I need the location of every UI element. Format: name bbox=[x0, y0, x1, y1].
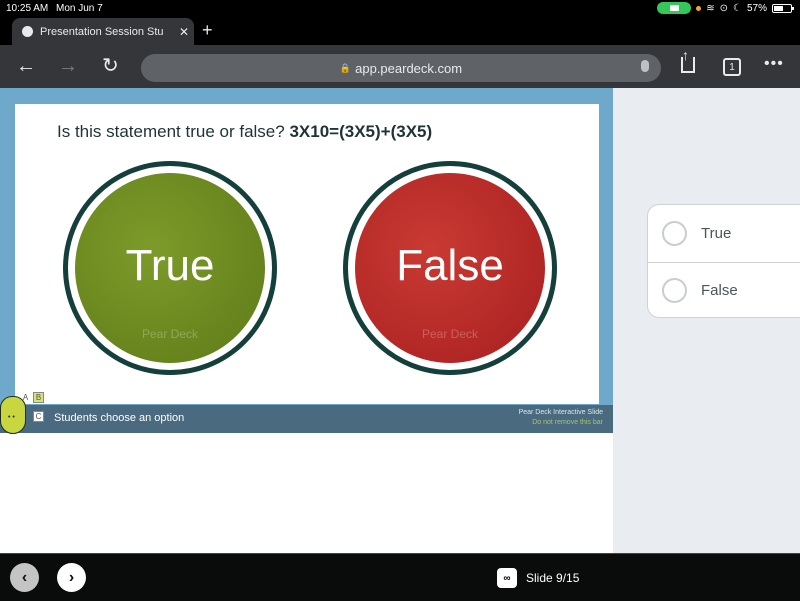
new-tab-button[interactable]: + bbox=[202, 21, 213, 39]
tab-bar: Presentation Session Stu ✕ + bbox=[0, 18, 800, 45]
false-circle: False Pear Deck bbox=[343, 161, 557, 375]
battery-icon bbox=[772, 3, 794, 13]
moon-icon: ☾ bbox=[733, 2, 742, 14]
mic-indicator-icon bbox=[696, 5, 702, 11]
rotation-lock-icon: ⊙ bbox=[719, 2, 729, 14]
tab-count-button[interactable]: 1 bbox=[723, 58, 741, 76]
status-date: Mon Jun 7 bbox=[56, 3, 103, 14]
forward-button[interactable]: → bbox=[58, 55, 78, 77]
abc-letter: B bbox=[33, 392, 44, 403]
choice-list: True False bbox=[647, 204, 800, 318]
true-circle: True Pear Deck bbox=[63, 161, 277, 375]
share-icon[interactable] bbox=[681, 47, 695, 73]
choice-false[interactable]: False bbox=[648, 262, 800, 318]
true-label: True bbox=[125, 241, 215, 290]
next-slide-button[interactable]: › bbox=[57, 563, 86, 592]
wifi-icon: ≋ bbox=[706, 2, 715, 14]
more-menu-button[interactable]: ••• bbox=[764, 55, 784, 73]
back-button[interactable]: ← bbox=[16, 55, 36, 77]
url-text: app.peardeck.com bbox=[355, 60, 463, 76]
watermark: Pear Deck bbox=[141, 327, 199, 341]
slide-frame: Is this statement true or false? 3X10=(3… bbox=[0, 88, 613, 434]
slide: Is this statement true or false? 3X10=(3… bbox=[15, 104, 599, 404]
abc-letter: A bbox=[22, 393, 29, 402]
browser-toolbar: ← → ↻ 🔒 app.peardeck.com 1 ••• bbox=[0, 45, 800, 88]
microphone-icon[interactable] bbox=[641, 60, 649, 72]
tab-close-icon[interactable]: ✕ bbox=[174, 25, 194, 39]
bar-instruction: Students choose an option bbox=[54, 412, 185, 424]
false-label: False bbox=[396, 241, 504, 290]
choice-true[interactable]: True bbox=[648, 205, 800, 261]
abc-letter: C bbox=[33, 411, 44, 422]
slide-indicator: ∞ Slide 9/15 bbox=[497, 568, 579, 588]
status-bar: 10:25 AM Mon Jun 7 ≋ ⊙ ☾ 57% bbox=[0, 0, 800, 18]
pear-deck-icon: ∞ bbox=[497, 568, 517, 588]
page-content: Is this statement true or false? 3X10=(3… bbox=[0, 88, 800, 553]
globe-icon bbox=[22, 26, 33, 37]
camera-active-icon bbox=[657, 2, 692, 14]
response-panel: True False bbox=[613, 88, 800, 553]
bar-label: Pear Deck Interactive Slide bbox=[518, 409, 603, 416]
tab-title: Presentation Session Stu bbox=[40, 25, 164, 38]
lock-icon: 🔒 bbox=[339, 62, 352, 73]
slide-number: Slide 9/15 bbox=[526, 571, 580, 585]
previous-slide-button[interactable]: ‹ bbox=[10, 563, 39, 592]
bar-note: Do not remove this bar bbox=[532, 419, 603, 426]
browser-tab[interactable]: Presentation Session Stu ✕ bbox=[12, 18, 194, 45]
bottom-bar: ‹ › ∞ Slide 9/15 bbox=[0, 553, 800, 601]
battery-percent: 57% bbox=[746, 2, 767, 14]
status-time: 10:25 AM bbox=[6, 3, 49, 14]
radio-button[interactable] bbox=[662, 278, 687, 303]
status-icons: ≋ ⊙ ☾ 57% bbox=[657, 2, 794, 14]
radio-button[interactable] bbox=[662, 220, 687, 246]
watermark: Pear Deck bbox=[421, 327, 479, 341]
url-bar[interactable]: 🔒 app.peardeck.com bbox=[141, 54, 661, 82]
pear-deck-bar: Students choose an option Pear Deck Inte… bbox=[0, 405, 613, 433]
question-text: Is this statement true or false? 3X10=(3… bbox=[57, 122, 433, 141]
reload-button[interactable]: ↻ bbox=[102, 55, 119, 77]
choice-label: False bbox=[701, 282, 738, 299]
question-equation: 3X10=(3X5)+(3X5) bbox=[289, 122, 433, 141]
choice-label: True bbox=[701, 224, 732, 242]
